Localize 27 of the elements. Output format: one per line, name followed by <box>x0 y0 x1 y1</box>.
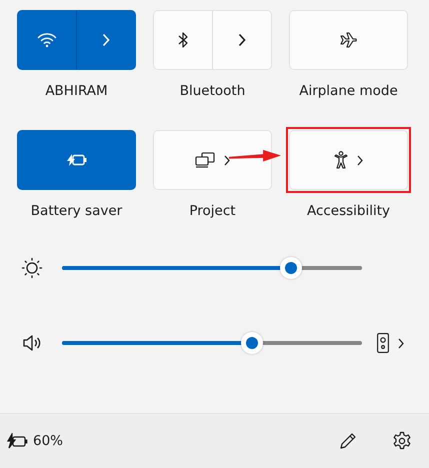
edit-icon[interactable] <box>339 432 357 450</box>
airplane-icon <box>338 32 358 48</box>
battery-icon[interactable] <box>7 433 29 449</box>
tile-label: Project <box>189 202 236 221</box>
tile-label: Bluetooth <box>180 82 246 101</box>
brightness-icon <box>21 257 43 279</box>
chevron-icon <box>238 33 246 47</box>
tile-label: Battery saver <box>30 202 122 221</box>
audio-output-icon[interactable] <box>377 333 389 353</box>
tile-label: ABHIRAM <box>45 82 108 101</box>
settings-icon[interactable] <box>392 431 412 451</box>
speaker-icon <box>21 335 43 351</box>
chevron-icon <box>102 33 110 47</box>
chevron-icon[interactable] <box>398 338 404 348</box>
tile-label: Accessibility <box>306 202 390 221</box>
tile-label: Airplane mode <box>299 82 398 101</box>
bluetooth-icon <box>178 31 188 49</box>
chevron-icon <box>357 154 363 166</box>
accessibility-icon <box>334 151 348 169</box>
chevron-icon <box>224 154 230 166</box>
wifi-icon <box>37 32 57 48</box>
battery-percentage: 60% <box>33 433 64 449</box>
quick-setting-tile[interactable] <box>17 130 136 190</box>
quick-setting-tile[interactable] <box>17 10 136 70</box>
annotation-arrow <box>229 149 281 162</box>
project-icon <box>195 152 215 168</box>
battery-saver-icon <box>66 153 88 167</box>
